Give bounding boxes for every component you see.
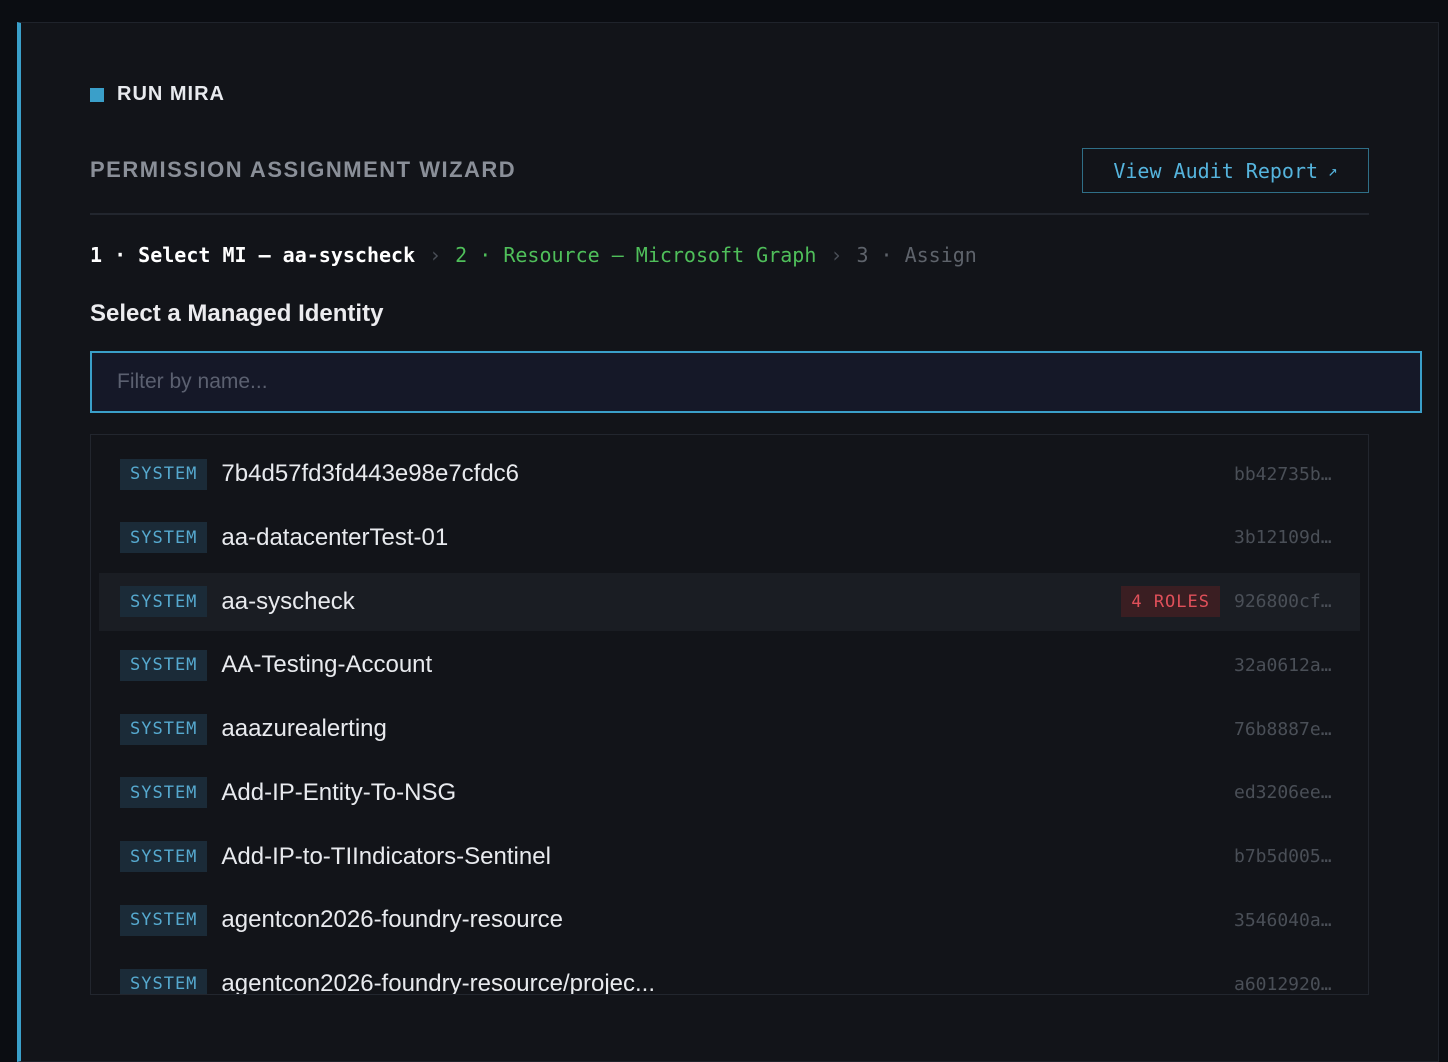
identity-id: 76b8887e… <box>1234 718 1332 740</box>
identity-name: aa-syscheck <box>221 587 355 615</box>
identity-name: Add-IP-to-TIIndicators-Sentinel <box>221 842 551 870</box>
identity-id: bb42735b… <box>1234 463 1332 485</box>
type-badge: SYSTEM <box>120 522 208 554</box>
wizard-title: PERMISSION ASSIGNMENT WIZARD <box>90 157 517 182</box>
filter-input[interactable] <box>90 351 1422 413</box>
type-badge: SYSTEM <box>120 586 208 617</box>
breadcrumb: 1 · Select MI — aa-syscheck › 2 · Resour… <box>90 243 977 267</box>
step-assign: 3 · Assign <box>856 243 977 267</box>
identity-name: Add-IP-Entity-To-NSG <box>221 778 457 806</box>
identity-id: 3b12109d… <box>1234 527 1332 549</box>
identity-id: 3546040a… <box>1234 909 1332 931</box>
type-badge: SYSTEM <box>120 841 208 872</box>
list-item[interactable]: SYSTEM aa-datacenterTest-01 3b12109d… <box>99 509 1360 567</box>
view-audit-report-button[interactable]: View Audit Report ↗ <box>1082 148 1369 193</box>
list-item[interactable]: SYSTEM 7b4d57fd3fd443e98e7cfdc6 bb42735b… <box>99 445 1360 503</box>
identity-name: aa-datacenterTest-01 <box>221 523 449 551</box>
type-badge: SYSTEM <box>120 458 208 490</box>
type-badge: SYSTEM <box>120 968 208 994</box>
section-title: Select a Managed Identity <box>90 300 384 327</box>
identity-name: aaazurealerting <box>221 715 387 742</box>
type-badge: SYSTEM <box>120 649 208 681</box>
type-badge: SYSTEM <box>120 777 208 809</box>
audit-button-label: View Audit Report <box>1113 158 1319 183</box>
run-title: RUN MIRA <box>117 83 225 105</box>
type-badge: SYSTEM <box>120 904 208 936</box>
identity-name: 7b4d57fd3fd443e98e7cfdc6 <box>221 460 520 487</box>
external-link-icon: ↗ <box>1328 161 1338 180</box>
identity-id: ed3206ee… <box>1234 782 1332 804</box>
roles-badge: 4 ROLES <box>1121 586 1220 617</box>
chevron-right-icon: › <box>429 243 442 267</box>
identity-id: 926800cf… <box>1234 591 1332 612</box>
identity-name: agentcon2026-foundry-resource <box>221 906 563 934</box>
list-item[interactable]: SYSTEM Add-IP-to-TIIndicators-Sentinel b7b… <box>99 828 1360 886</box>
identity-name: agentcon2026-foundry-resource/projec... <box>221 970 656 995</box>
identity-id: a6012920… <box>1234 973 1332 995</box>
divider <box>90 213 1369 215</box>
step-resource[interactable]: 2 · Resource — Microsoft Graph <box>455 243 816 267</box>
identity-list: SYSTEM 7b4d57fd3fd443e98e7cfdc6 bb42735b… S… <box>90 434 1369 995</box>
square-icon <box>90 87 104 102</box>
run-header: RUN MIRA <box>90 83 225 106</box>
step-select-mi[interactable]: 1 · Select MI — aa-syscheck <box>90 243 415 267</box>
identity-id: b7b5d005… <box>1234 846 1332 867</box>
list-item[interactable]: SYSTEM agentcon2026-foundry-resource/proj… <box>99 955 1360 995</box>
list-item[interactable]: SYSTEM aaazurealerting 76b8887e… <box>99 700 1360 758</box>
wizard-panel: RUN MIRA PERMISSION ASSIGNMENT WIZARD Vi… <box>17 22 1439 1062</box>
type-badge: SYSTEM <box>120 713 208 745</box>
list-item[interactable]: SYSTEM aa-syscheck 4 ROLES 926800cf… <box>99 572 1360 631</box>
list-item[interactable]: SYSTEM AA-Testing-Account 32a0612a… <box>99 636 1360 694</box>
identity-id: 32a0612a… <box>1234 654 1332 676</box>
list-item[interactable]: SYSTEM Add-IP-Entity-To-NSG ed3206ee… <box>99 764 1360 822</box>
chevron-right-icon: › <box>830 243 843 267</box>
list-item[interactable]: SYSTEM agentcon2026-foundry-resource 35460… <box>99 891 1360 949</box>
identity-name: AA-Testing-Account <box>221 651 433 679</box>
